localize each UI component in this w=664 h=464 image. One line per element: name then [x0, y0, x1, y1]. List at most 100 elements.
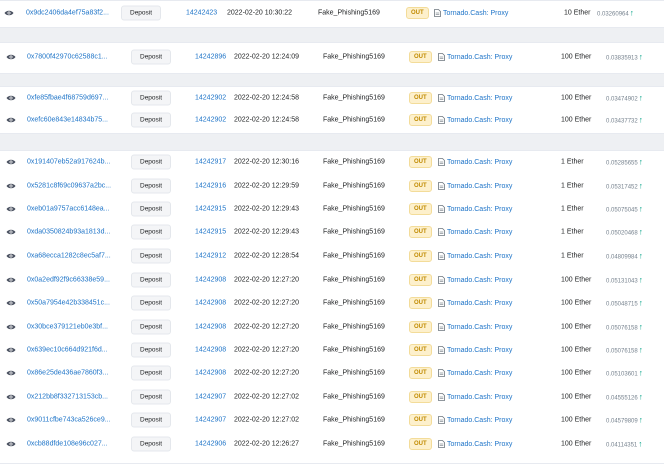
eye-icon[interactable] [6, 435, 16, 453]
eye-icon[interactable] [6, 318, 16, 336]
eye-icon[interactable] [6, 271, 16, 289]
tx-hash-link[interactable]: 0x9011cfbe743ca526ce9... [27, 417, 111, 424]
table-row: 0x7800f42970c62588c1... Deposit 14242896 20… [0, 46, 664, 68]
block-link[interactable]: 14242908 [195, 370, 226, 377]
to-address-link[interactable]: Tornado.Cash: Proxy [438, 346, 512, 354]
tx-hash-link[interactable]: 0x5281c8f69c09637a2bc... [27, 183, 111, 190]
eye-icon[interactable] [6, 411, 16, 429]
document-icon [438, 228, 447, 236]
block-link[interactable]: 14242906 [195, 441, 226, 448]
table-row: 0x30bce379121eb0e3bf... Deposit 14242908 20… [0, 316, 664, 338]
eye-icon[interactable] [6, 200, 16, 218]
method-badge: Deposit [131, 49, 172, 65]
up-arrow-icon: ↑ [638, 157, 643, 167]
eye-icon[interactable] [6, 223, 16, 241]
tx-hash-link[interactable]: 0x7800f42970c62588c1... [27, 54, 108, 61]
eye-icon[interactable] [6, 89, 16, 107]
block-link[interactable]: 14242915 [195, 206, 226, 213]
to-address-label: Tornado.Cash: Proxy [447, 440, 513, 448]
to-address-link[interactable]: Tornado.Cash: Proxy [438, 299, 512, 307]
fee-value: 0.04114351 [606, 442, 638, 449]
to-address-link[interactable]: Tornado.Cash: Proxy [438, 369, 512, 377]
tx-hash-link[interactable]: 0x9dc2406da4ef75a83f2... [26, 10, 109, 17]
from-address: Fake_Phishing5169 [323, 323, 385, 331]
to-address-link[interactable]: Tornado.Cash: Proxy [438, 416, 512, 424]
to-address-link[interactable]: Tornado.Cash: Proxy [438, 393, 512, 401]
table-row: 0x5281c8f69c09637a2bc... Deposit 14242916 2… [0, 175, 664, 197]
table-row: 0xa68ecca1282c8ec5af7... Deposit 14242912 2… [0, 245, 664, 267]
to-address-link[interactable]: Tornado.Cash: Proxy [438, 182, 512, 190]
age-text: 2022-02-20 10:30:22 [227, 9, 292, 17]
eye-icon[interactable] [6, 111, 16, 129]
block-link[interactable]: 14242908 [195, 347, 226, 354]
eye-icon[interactable] [6, 364, 16, 382]
block-link[interactable]: 14242917 [195, 159, 226, 166]
tx-hash-link[interactable]: 0x30bce379121eb0e3bf... [27, 324, 108, 331]
up-arrow-icon: ↑ [638, 115, 643, 125]
block-link[interactable]: 14242907 [195, 394, 226, 401]
from-address: Fake_Phishing5169 [323, 94, 385, 102]
to-address-link[interactable]: Tornado.Cash: Proxy [438, 228, 512, 236]
tx-hash-link[interactable]: 0x191407eb52a917624b... [27, 159, 110, 166]
block-link[interactable]: 14242902 [195, 95, 226, 102]
to-address-link[interactable]: Tornado.Cash: Proxy [438, 276, 512, 284]
eye-icon[interactable] [6, 153, 16, 171]
tx-hash-link[interactable]: 0x86e25de436ae7860f3... [27, 370, 108, 377]
age-text: 2022-02-20 12:24:58 [234, 94, 299, 102]
tx-hash-link[interactable]: 0xeb01a9757acc6148ea... [27, 206, 110, 213]
tx-hash-link[interactable]: 0x0a2edf92f9c66338e59... [27, 277, 110, 284]
block-link[interactable]: 14242902 [195, 117, 226, 124]
block-link[interactable]: 14242908 [195, 324, 226, 331]
block-link[interactable]: 14242908 [195, 300, 226, 307]
eye-icon[interactable] [6, 48, 16, 66]
tx-hash-link[interactable]: 0xa68ecca1282c8ec5af7... [27, 253, 111, 260]
value-text: 100 Ether [561, 116, 592, 124]
fee-value: 0.05131043 [606, 278, 638, 285]
block-link[interactable]: 14242912 [195, 253, 226, 260]
block-link[interactable]: 14242908 [195, 277, 226, 284]
to-address-link[interactable]: Tornado.Cash: Proxy [438, 116, 512, 124]
age-text: 2022-02-20 12:24:58 [234, 116, 299, 124]
to-address-link[interactable]: Tornado.Cash: Proxy [438, 323, 512, 331]
eye-icon[interactable] [6, 247, 16, 265]
eye-icon[interactable] [6, 388, 16, 406]
fee-text: 0.05075045↑ [606, 205, 643, 214]
to-address-link[interactable]: Tornado.Cash: Proxy [438, 440, 512, 448]
eye-icon[interactable] [6, 294, 16, 312]
document-icon [438, 276, 447, 284]
to-address-label: Tornado.Cash: Proxy [447, 299, 513, 307]
tx-hash-link[interactable]: 0xfe85fbae4f68759d697... [27, 95, 108, 102]
table-row: 0x50a7954e42b338451c... Deposit 14242908 20… [0, 292, 664, 314]
to-address-link[interactable]: Tornado.Cash: Proxy [438, 94, 512, 102]
tx-hash-link[interactable]: 0x50a7954e42b338451c... [27, 300, 110, 307]
tx-hash-link[interactable]: 0xefc60e843e14834b75... [27, 117, 108, 124]
eye-icon[interactable] [4, 4, 14, 22]
to-address-link[interactable]: Tornado.Cash: Proxy [438, 158, 512, 166]
to-address-link[interactable]: Tornado.Cash: Proxy [438, 252, 512, 260]
value-text: 1 Ether [561, 252, 584, 260]
age-text: 2022-02-20 12:27:20 [234, 323, 299, 331]
block-link[interactable]: 14242915 [195, 229, 226, 236]
table-row: 0xeb01a9757acc6148ea... Deposit 14242915 20… [0, 198, 664, 220]
block-link[interactable]: 14242896 [195, 54, 226, 61]
to-address-link[interactable]: Tornado.Cash: Proxy [434, 9, 508, 17]
tx-hash-link[interactable]: 0xcb88dfde108e96c027... [27, 441, 108, 448]
fee-value: 0.03474902 [606, 96, 638, 103]
tx-hash-link[interactable]: 0xda0350824b93a1813d... [27, 229, 110, 236]
block-link[interactable]: 14242907 [195, 417, 226, 424]
method-badge: Deposit [131, 365, 172, 381]
fee-value: 0.05076158 [606, 325, 638, 332]
eye-icon[interactable] [6, 177, 16, 195]
up-arrow-icon: ↑ [638, 368, 643, 378]
to-address-link[interactable]: Tornado.Cash: Proxy [438, 53, 512, 61]
block-link[interactable]: 14242423 [186, 10, 217, 17]
tx-hash-link[interactable]: 0x212bb8f332713153cb... [27, 394, 108, 401]
to-address-link[interactable]: Tornado.Cash: Proxy [438, 205, 512, 213]
tx-hash-link[interactable]: 0x639ec10c664d921f6d... [27, 347, 108, 354]
value-text: 100 Ether [561, 53, 592, 61]
fee-value: 0.05103601 [606, 371, 638, 378]
table-row: 0x191407eb52a917624b... Deposit 14242917 20… [0, 151, 664, 173]
direction-badge: OUT [409, 438, 432, 450]
block-link[interactable]: 14242916 [195, 183, 226, 190]
eye-icon[interactable] [6, 341, 16, 359]
